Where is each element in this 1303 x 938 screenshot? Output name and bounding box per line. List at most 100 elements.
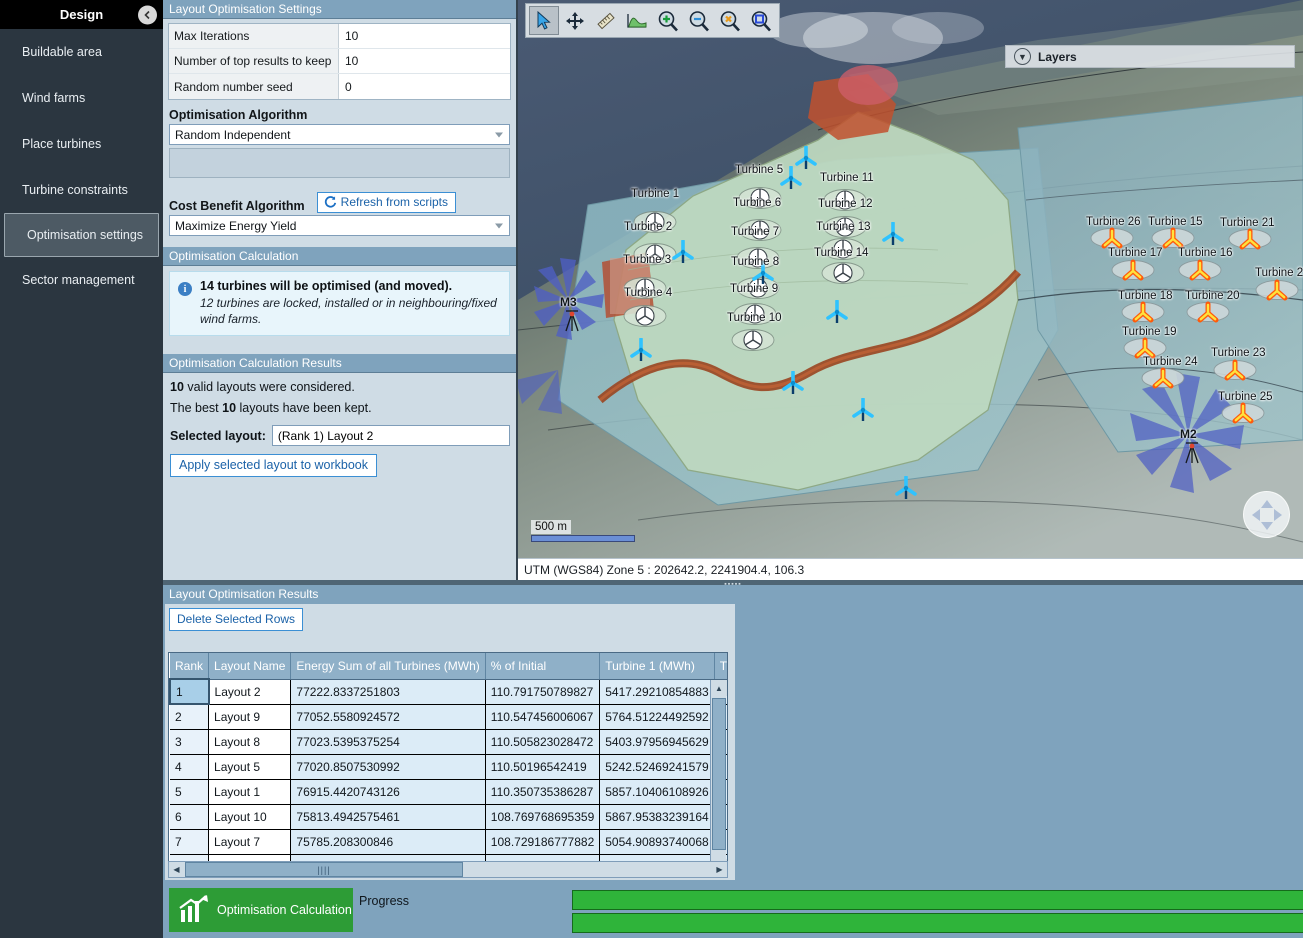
turbine-marker-orange[interactable] [1111,258,1155,284]
zoom-in-icon[interactable] [653,6,683,35]
cell-t1[interactable]: 5242.52469241579 [599,754,715,780]
refresh-from-scripts-button[interactable]: Refresh from scripts [316,192,457,213]
cell-pct[interactable]: 110.791750789827 [485,679,601,705]
cost-benefit-select[interactable]: Maximize Energy Yield [169,215,510,236]
cell-rank[interactable]: 6 [170,804,210,830]
turbine-marker-orange[interactable] [1228,227,1272,253]
turbine-marker-ellipse[interactable] [821,261,865,285]
optimisation-calculation-badge[interactable]: Optimisation Calculation [169,888,353,932]
turbine-marker-orange[interactable] [1141,366,1185,392]
cell-name[interactable]: Layout 9 [208,704,292,730]
turbine-marker-blue[interactable] [826,300,848,324]
cell-rank[interactable]: 1 [169,678,210,705]
table-row[interactable]: 6 Layout 10 75813.4942575461 108.7697686953… [170,804,727,830]
cell-name[interactable]: Layout 8 [208,729,292,755]
selected-layout-select[interactable]: (Rank 1) Layout 2 [271,425,510,447]
met-mast-icon[interactable] [562,309,582,333]
column-header[interactable]: Turbine 1 (MWh) [599,653,715,680]
layers-panel-toggle[interactable]: ▼ Layers [1005,45,1295,68]
zoom-reset-icon[interactable] [715,6,745,35]
cell-name[interactable]: Layout 1 [208,779,292,805]
turbine-marker-blue[interactable] [630,338,652,362]
turbine-marker-blue[interactable] [852,398,874,422]
cell-energy[interactable]: 77020.8507530992 [290,754,486,780]
turbine-marker-orange[interactable] [1255,278,1299,304]
cell-energy[interactable]: 75813.4942575461 [290,804,486,830]
hscroll-thumb[interactable]: |||| [185,862,463,877]
cell-t1[interactable]: 5867.95383239164 [599,804,715,830]
sidebar-item-optimisation-settings[interactable]: Optimisation settings [4,213,159,257]
property-row[interactable]: Max Iterations 10 [169,24,510,49]
cell-energy[interactable]: 76915.4420743126 [290,779,486,805]
turbine-marker-orange[interactable] [1121,300,1165,326]
cell-pct[interactable]: 110.505823028472 [485,729,601,755]
optimisation-algorithm-select[interactable]: Random Independent [169,124,510,145]
turbine-marker-blue[interactable] [672,240,694,264]
map-toolbar[interactable] [525,3,780,38]
zoom-out-icon[interactable] [684,6,714,35]
results-grid[interactable]: Rank Layout Name Energy Sum of all Turbine… [168,652,728,877]
cell-rank[interactable]: 2 [170,704,210,730]
scroll-right-button[interactable]: ▶ [712,862,727,877]
sidebar-item-turbine-constraints[interactable]: Turbine constraints [0,167,163,213]
column-header[interactable]: T [714,653,727,680]
column-header[interactable]: Rank [170,653,210,680]
property-row[interactable]: Number of top results to keep 10 [169,49,510,74]
sidebar-item-place-turbines[interactable]: Place turbines [0,121,163,167]
select-arrow-icon[interactable] [529,6,559,35]
apply-layout-button[interactable]: Apply selected layout to workbook [170,454,377,478]
cell-energy[interactable]: 77023.5395375254 [290,729,486,755]
cell-pct[interactable]: 108.729186777882 [485,829,601,855]
column-header[interactable]: Energy Sum of all Turbines (MWh) [290,653,486,680]
cell-t1[interactable]: 5054.90893740068 [599,829,715,855]
property-row[interactable]: Random number seed 0 [169,74,510,99]
met-mast-icon[interactable] [1182,441,1202,465]
sidebar-item-buildable-area[interactable]: Buildable area [0,29,163,75]
table-row[interactable]: 1 Layout 2 77222.8337251803 110.79175078982… [169,678,727,705]
cell-energy[interactable]: 77052.5580924572 [290,704,486,730]
table-row[interactable]: 7 Layout 7 75785.208300846 108.729186777882… [170,829,727,855]
turbine-marker-orange[interactable] [1221,401,1265,427]
cell-name[interactable]: Layout 5 [208,754,292,780]
cell-name[interactable]: Layout 2 [208,679,292,705]
table-row[interactable]: 4 Layout 5 77020.8507530992 110.50196542419… [170,754,727,780]
random-seed-field[interactable]: 0 [339,74,510,99]
turbine-marker-ellipse[interactable] [623,304,667,328]
cell-t1[interactable]: 5403.97956945629 [599,729,715,755]
cell-pct[interactable]: 108.769768695359 [485,804,601,830]
table-row[interactable]: 3 Layout 8 77023.5395375254 110.50582302847… [170,729,727,755]
column-header[interactable]: % of Initial [485,653,601,680]
sidebar-item-wind-farms[interactable]: Wind farms [0,75,163,121]
zoom-extent-icon[interactable] [746,6,776,35]
profile-chart-icon[interactable] [622,6,652,35]
turbine-marker-orange[interactable] [1178,258,1222,284]
cell-t1[interactable]: 5417.29210854883 [599,679,715,705]
delete-selected-rows-button[interactable]: Delete Selected Rows [169,608,304,631]
table-row[interactable]: 5 Layout 1 76915.4420743126 110.35073538628… [170,779,727,805]
cell-rank[interactable]: 3 [170,729,210,755]
turbine-marker-orange[interactable] [1186,300,1230,326]
top-results-field[interactable]: 10 [339,49,510,73]
cell-t1[interactable]: 5857.10406108926 [599,779,715,805]
turbine-marker-blue[interactable] [782,371,804,395]
max-iterations-field[interactable]: 10 [339,24,510,48]
column-header[interactable]: Layout Name [208,653,292,680]
turbine-marker-blue[interactable] [882,222,904,246]
cell-rank[interactable]: 4 [170,754,210,780]
map-pan-control[interactable] [1243,491,1290,538]
cell-pct[interactable]: 110.50196542419 [485,754,601,780]
measure-ruler-icon[interactable] [591,6,621,35]
turbine-marker-blue[interactable] [895,476,917,500]
cell-rank[interactable]: 7 [170,829,210,855]
turbine-marker-ellipse[interactable] [731,328,775,352]
cell-name[interactable]: Layout 10 [208,804,292,830]
table-row[interactable]: 2 Layout 9 77052.5580924572 110.54745600606… [170,704,727,730]
pan-move-icon[interactable] [560,6,590,35]
map-view[interactable]: ▼ Layers Kohala Airport Turbine 1Turbine… [518,0,1303,580]
cell-energy[interactable]: 75785.208300846 [290,829,486,855]
cell-energy[interactable]: 77222.8337251803 [290,679,486,705]
cell-pct[interactable]: 110.547456006067 [485,704,601,730]
cell-name[interactable]: Layout 7 [208,829,292,855]
scroll-up-button[interactable]: ▲ [711,680,727,696]
vscroll-thumb[interactable] [712,698,726,850]
